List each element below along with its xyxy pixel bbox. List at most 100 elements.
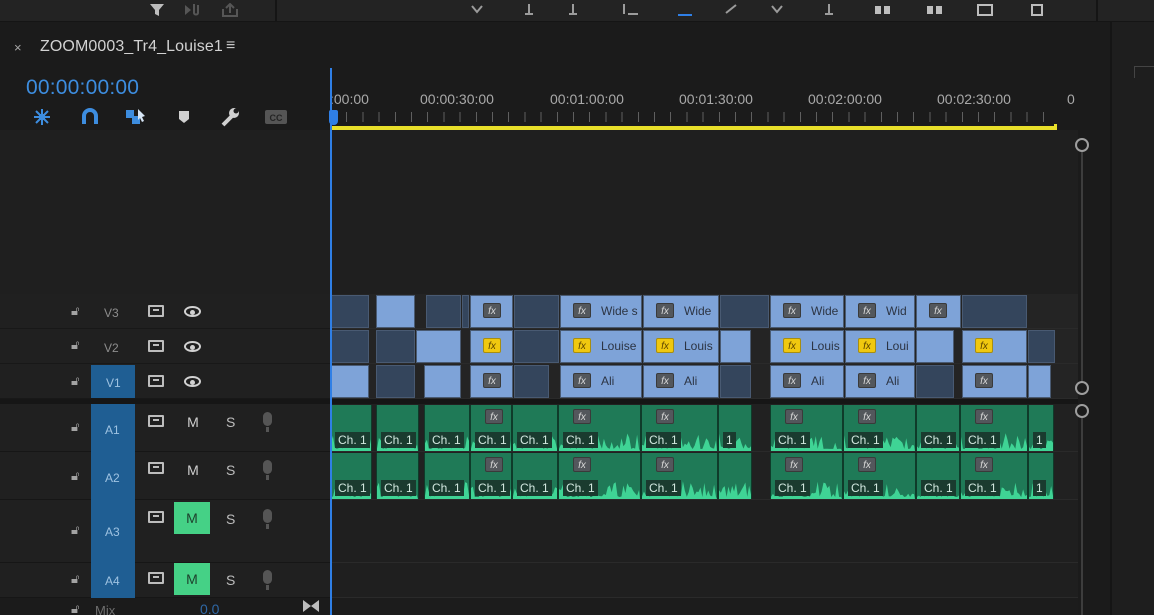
lock-icon[interactable]: 🔓︎ bbox=[71, 601, 79, 615]
insert-icon[interactable] bbox=[30, 106, 54, 128]
audio-scroll-track[interactable] bbox=[1081, 418, 1083, 615]
sequence-tab-title[interactable]: ZOOM0003_Tr4_Louise1 bbox=[40, 38, 223, 56]
audio-clip[interactable]: Ch. 1 bbox=[916, 405, 960, 451]
fx-badge-icon[interactable]: fx bbox=[975, 457, 993, 472]
fx-badge-icon[interactable]: fx bbox=[656, 303, 674, 318]
step-back-icon[interactable] bbox=[620, 0, 642, 20]
video-clip[interactable]: fx Louis bbox=[643, 330, 719, 363]
fx-badge-icon[interactable]: fx bbox=[483, 373, 501, 388]
fx-badge-icon[interactable]: fx bbox=[783, 373, 801, 388]
video-clip[interactable]: fx Loui bbox=[845, 330, 915, 363]
fx-badge-icon[interactable]: fx bbox=[573, 373, 591, 388]
video-scroll-top-handle[interactable] bbox=[1075, 138, 1089, 152]
fx-badge-icon[interactable]: fx bbox=[483, 303, 501, 318]
fx-badge-icon[interactable]: fx bbox=[858, 373, 876, 388]
sync-lock-icon[interactable] bbox=[148, 572, 164, 584]
play-icon[interactable] bbox=[720, 0, 742, 20]
fx-badge-icon[interactable]: fx bbox=[858, 457, 876, 472]
mute-button[interactable]: M bbox=[175, 406, 211, 438]
video-clip[interactable]: fx bbox=[962, 365, 1027, 398]
audio-clip[interactable]: fx Ch. 1 bbox=[641, 453, 718, 499]
lift-icon[interactable] bbox=[872, 0, 894, 20]
video-clip[interactable]: fx Ali bbox=[845, 365, 915, 398]
fx-badge-icon[interactable]: fx bbox=[656, 373, 674, 388]
video-clip[interactable]: fx Wide bbox=[643, 295, 719, 328]
video-clip[interactable] bbox=[330, 365, 369, 398]
voiceover-mic-icon[interactable] bbox=[263, 570, 272, 590]
solo-button[interactable]: S bbox=[226, 414, 235, 430]
audio-clip[interactable]: Ch. 1 bbox=[512, 405, 558, 451]
audio-clip[interactable]: Ch. 1 bbox=[330, 453, 372, 499]
fx-badge-icon[interactable]: fx bbox=[858, 338, 876, 353]
sync-lock-icon[interactable] bbox=[148, 462, 164, 474]
go-to-in-icon[interactable] bbox=[562, 0, 584, 20]
video-clip[interactable]: fx bbox=[470, 365, 513, 398]
step-forward-icon[interactable] bbox=[766, 0, 788, 20]
video-scroll-bottom-handle[interactable] bbox=[1075, 381, 1089, 395]
fx-badge-icon[interactable]: fx bbox=[975, 338, 993, 353]
video-clip[interactable] bbox=[330, 295, 369, 328]
lock-icon[interactable]: 🔓︎ bbox=[71, 303, 79, 319]
extract-icon[interactable] bbox=[924, 0, 946, 20]
playhead-line[interactable] bbox=[330, 68, 332, 615]
panel-menu-icon[interactable]: ≡ bbox=[226, 37, 235, 55]
audio-clip[interactable]: fx Ch. 1 bbox=[770, 453, 843, 499]
audio-clip[interactable]: Ch. 1 bbox=[376, 453, 419, 499]
video-clip[interactable] bbox=[720, 330, 751, 363]
track-name[interactable]: A4 bbox=[105, 574, 120, 588]
lock-icon[interactable]: 🔓︎ bbox=[71, 337, 79, 353]
solo-button[interactable]: S bbox=[226, 572, 235, 588]
audio-scroll-top-handle[interactable] bbox=[1075, 404, 1089, 418]
video-clip[interactable]: fx Wide bbox=[770, 295, 844, 328]
track-name[interactable]: A3 bbox=[105, 525, 120, 539]
video-clip[interactable]: fx bbox=[916, 295, 961, 328]
close-tab-button[interactable]: × bbox=[14, 40, 22, 55]
fx-badge-icon[interactable]: fx bbox=[573, 338, 591, 353]
mute-button[interactable]: M bbox=[175, 454, 211, 486]
video-clip[interactable] bbox=[916, 330, 954, 363]
fx-badge-icon[interactable]: fx bbox=[785, 457, 803, 472]
audio-clip[interactable]: fx Ch. 1 bbox=[641, 405, 718, 451]
export-icon[interactable] bbox=[219, 0, 241, 20]
fx-badge-icon[interactable]: fx bbox=[858, 409, 876, 424]
comparison-view-icon[interactable] bbox=[1026, 0, 1048, 20]
video-clip[interactable] bbox=[330, 330, 369, 363]
audio-clip[interactable]: fx Ch. 1 bbox=[843, 453, 916, 499]
snap-magnet-icon[interactable] bbox=[78, 106, 102, 128]
wrench-settings-icon[interactable] bbox=[218, 106, 242, 128]
lock-icon[interactable]: 🔓︎ bbox=[71, 419, 79, 435]
export-frame-icon[interactable] bbox=[974, 0, 996, 20]
video-scroll-track[interactable] bbox=[1081, 152, 1083, 382]
eye-icon[interactable] bbox=[184, 341, 201, 352]
track-name[interactable]: A1 bbox=[105, 423, 120, 437]
audio-clip[interactable]: Ch. 1 bbox=[916, 453, 960, 499]
video-clip[interactable]: fx Wid bbox=[845, 295, 915, 328]
mute-button[interactable]: M bbox=[174, 563, 210, 595]
video-clip[interactable]: fx Ali bbox=[643, 365, 719, 398]
fx-badge-icon[interactable]: fx bbox=[783, 303, 801, 318]
mute-button[interactable]: M bbox=[174, 502, 210, 534]
solo-button[interactable]: S bbox=[226, 462, 235, 478]
video-clip[interactable] bbox=[514, 295, 559, 328]
fx-badge-icon[interactable]: fx bbox=[975, 373, 993, 388]
fx-badge-icon[interactable]: fx bbox=[485, 409, 503, 424]
video-clip[interactable] bbox=[376, 295, 415, 328]
fx-badge-icon[interactable]: fx bbox=[573, 303, 591, 318]
video-clip[interactable]: fx bbox=[470, 295, 513, 328]
mix-bowtie-icon[interactable] bbox=[302, 599, 320, 615]
video-clip[interactable]: fx Ali bbox=[770, 365, 844, 398]
audio-clip[interactable]: fx Ch. 1 bbox=[770, 405, 843, 451]
fx-badge-icon[interactable]: fx bbox=[929, 303, 947, 318]
fx-badge-icon[interactable]: fx bbox=[573, 457, 591, 472]
video-clip[interactable] bbox=[376, 330, 415, 363]
video-clip[interactable] bbox=[1028, 365, 1051, 398]
video-clip[interactable]: fx Wide s bbox=[560, 295, 642, 328]
lock-icon[interactable]: 🔓︎ bbox=[71, 522, 79, 538]
playhead-timecode[interactable]: 00:00:00:00 bbox=[26, 76, 139, 100]
time-ruler[interactable]: :00:00 00:00:30:00 00:01:00:00 00:01:30:… bbox=[330, 80, 1078, 130]
audio-clip[interactable]: Ch. 1 bbox=[376, 405, 419, 451]
audio-clip[interactable]: Ch. 1 bbox=[512, 453, 558, 499]
fx-badge-icon[interactable]: fx bbox=[656, 409, 674, 424]
video-clip[interactable] bbox=[1028, 330, 1055, 363]
video-clip[interactable] bbox=[514, 330, 559, 363]
